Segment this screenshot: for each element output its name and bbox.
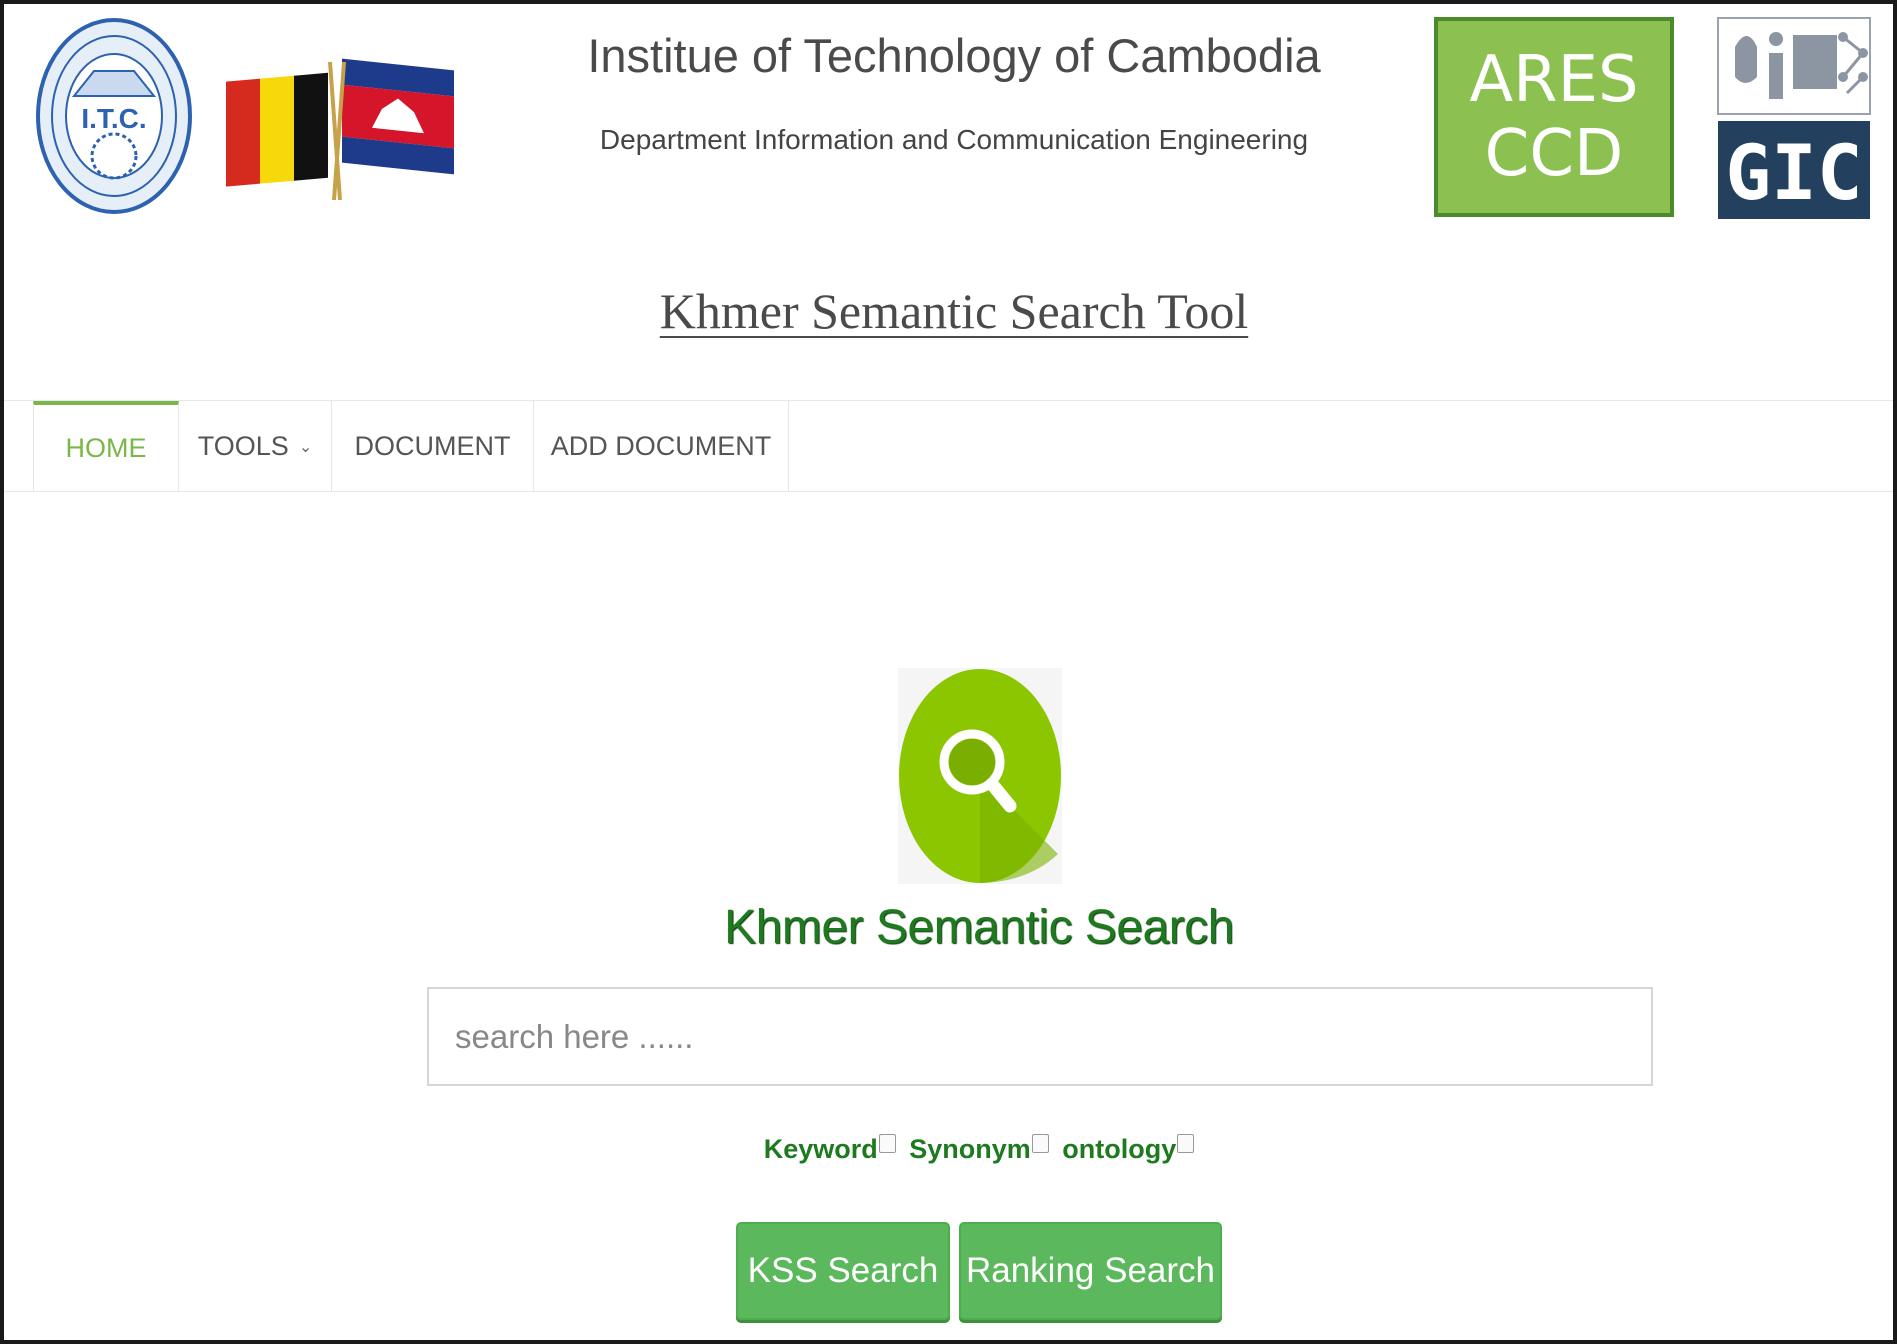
keyword-label: Keyword [763, 1134, 878, 1164]
option-ontology: ontology [1062, 1134, 1195, 1165]
ares-logo-line2: CCD [1484, 117, 1624, 191]
kss-search-button[interactable]: KSS Search [736, 1222, 950, 1320]
search-icon [898, 668, 1062, 884]
nav-home-label: HOME [65, 433, 147, 463]
gic-logo: GIC [1717, 17, 1871, 221]
itc-logo: I.T.C. [34, 16, 194, 216]
nav-add-document-label: ADD DOCUMENT [550, 431, 772, 461]
institute-title: Institue of Technology of Cambodia [587, 29, 1321, 82]
nav-add-document[interactable]: ADD DOCUMENT [534, 401, 789, 492]
search-heading: Khmer Semantic Search [724, 901, 1234, 954]
synonym-label: Synonym [909, 1134, 1031, 1164]
ontology-label: ontology [1062, 1134, 1177, 1164]
keyword-checkbox[interactable] [878, 1134, 896, 1153]
nav-document[interactable]: DOCUMENT [332, 401, 534, 492]
nav-home[interactable]: HOME [33, 401, 179, 492]
nav-tools-label: TOOLS [197, 431, 289, 461]
nav-tools[interactable]: TOOLS ⌄ [179, 401, 332, 492]
ares-logo-line1: ARES [1469, 43, 1639, 117]
department-title: Department Information and Communication… [599, 124, 1309, 155]
nav-document-label: DOCUMENT [354, 431, 511, 461]
synonym-checkbox[interactable] [1031, 1134, 1049, 1153]
ares-ccd-logo: ARES CCD [1434, 17, 1674, 217]
option-keyword: Keyword [764, 1134, 896, 1165]
tool-title: Khmer Semantic Search Tool [659, 283, 1249, 339]
search-options: Keyword Synonym ontology [564, 1134, 1394, 1165]
itc-logo-text: I.T.C. [81, 103, 146, 134]
option-synonym: Synonym [909, 1134, 1049, 1165]
gic-logo-text: GIC [1725, 128, 1862, 217]
friendship-flags-logo [222, 32, 458, 202]
search-input[interactable] [427, 987, 1653, 1086]
ranking-search-button[interactable]: Ranking Search [959, 1222, 1222, 1320]
main-nav: HOME TOOLS ⌄ DOCUMENT ADD DOCUMENT [4, 400, 1893, 492]
chevron-down-icon: ⌄ [298, 438, 313, 456]
page-frame: I.T.C. Institue of Technology of Cambodi… [0, 0, 1897, 1344]
ontology-checkbox[interactable] [1177, 1134, 1195, 1153]
